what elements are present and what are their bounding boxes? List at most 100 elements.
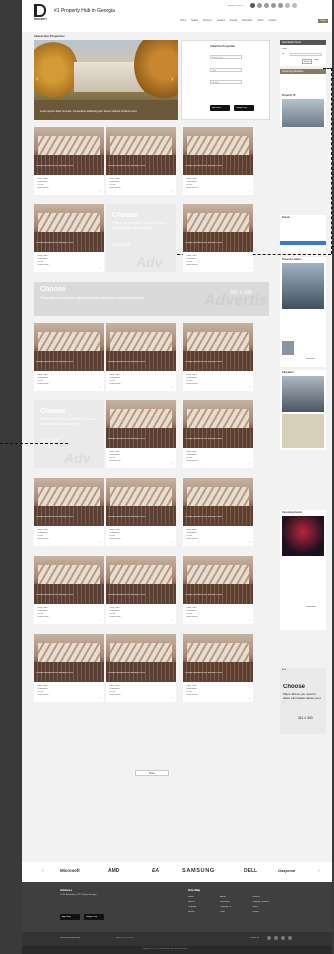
footer-link[interactable]: Contact: [252, 896, 260, 898]
nav-home[interactable]: Home: [180, 20, 186, 22]
property-card[interactable]: Vintage apartments with parking in Vake T…: [106, 323, 176, 391]
search-icon[interactable]: [285, 3, 290, 8]
property-tv-video[interactable]: [282, 99, 324, 127]
location-field[interactable]: Location: [210, 80, 242, 84]
property-image[interactable]: Vintage apartments with parking in Vake: [106, 323, 176, 371]
property-image[interactable]: Vintage apartments with parking in Vake: [34, 127, 104, 175]
property-card[interactable]: Vintage apartments with parking in Vake T…: [183, 556, 253, 624]
footer-link[interactable]: Terms: [252, 906, 258, 908]
footer-link[interactable]: Team: [220, 911, 225, 913]
favorite-icon[interactable]: ♡: [172, 697, 174, 700]
favorite-icon[interactable]: ♡: [249, 463, 251, 466]
leader-avatar[interactable]: [282, 341, 294, 355]
footer-link[interactable]: Privacy: [252, 911, 259, 913]
property-image[interactable]: Vintage apartments with parking in Vake: [34, 323, 104, 371]
ad-311x300[interactable]: Adv Choose Place where you need to place i…: [106, 204, 176, 272]
upcoming-event-photo[interactable]: [282, 516, 324, 556]
nav-events[interactable]: Events: [230, 20, 237, 22]
nav-contact[interactable]: Contact: [268, 20, 276, 22]
hero-slider[interactable]: Lorem ipsum dolor sit amet, consectetur …: [34, 40, 178, 120]
footer-instagram-icon[interactable]: [274, 936, 278, 940]
type-field[interactable]: Type: [210, 68, 242, 72]
property-image[interactable]: Vintage apartments with parking in Vake: [106, 556, 176, 604]
wide-advertisement[interactable]: Advertiseme Choose Place where you need …: [34, 282, 269, 316]
favorite-icon[interactable]: ♡: [100, 190, 102, 193]
favorite-icon[interactable]: ♡: [172, 463, 174, 466]
footer-google-play-badge[interactable]: Google Play: [84, 914, 104, 920]
instagram-icon[interactable]: [264, 3, 269, 8]
favorite-icon[interactable]: ♡: [172, 541, 174, 544]
facebook-icon[interactable]: [257, 3, 262, 8]
footer-facebook-icon[interactable]: [267, 936, 271, 940]
brand-prev-arrow-icon[interactable]: ‹: [42, 868, 44, 874]
footer-phone[interactable]: 995 32 2 22 22 22: [116, 937, 134, 939]
footer-app-store-badge[interactable]: App Store: [60, 914, 80, 920]
leader-photo[interactable]: [282, 263, 324, 309]
property-image[interactable]: Vintage apartments with parking in Vake: [183, 323, 253, 371]
favorite-icon[interactable]: ♡: [100, 619, 102, 622]
nav-property[interactable]: Property: [203, 20, 212, 22]
property-card[interactable]: Vintage apartments with parking in Vake T…: [34, 204, 104, 272]
education-photo[interactable]: [282, 376, 324, 412]
favorite-icon[interactable]: ♡: [249, 386, 251, 389]
property-image[interactable]: Vintage apartments with parking in Vake: [183, 556, 253, 604]
property-image[interactable]: Vintage apartments with parking in Vake: [183, 204, 253, 252]
nav-about[interactable]: About: [257, 20, 263, 22]
property-card[interactable]: Vintage apartments with parking in Vake T…: [183, 323, 253, 391]
more-button[interactable]: More: [135, 770, 169, 776]
favorite-icon[interactable]: ♡: [100, 541, 102, 544]
property-image[interactable]: Vintage apartments with parking in Vake: [34, 204, 104, 252]
property-card[interactable]: Vintage apartments with parking in Vake T…: [183, 400, 253, 468]
property-image[interactable]: Vintage apartments with parking in Vake: [183, 400, 253, 448]
property-card[interactable]: Vintage apartments with parking in Vake T…: [34, 127, 104, 195]
favorite-icon[interactable]: ♡: [249, 190, 251, 193]
footer-link[interactable]: Sellers: [188, 901, 195, 903]
footer-link[interactable]: Property Leaders: [252, 901, 269, 903]
favorite-icon[interactable]: ♡: [249, 619, 251, 622]
property-card[interactable]: Vintage apartments with parking in Vake T…: [34, 634, 104, 702]
footer-link[interactable]: Education: [220, 901, 230, 903]
leaders-see-more-link[interactable]: See more: [306, 358, 315, 360]
advertise-link[interactable]: Advertise With Us: [228, 5, 248, 7]
user-icon[interactable]: [250, 3, 255, 8]
education-form[interactable]: [282, 414, 324, 448]
date-range-input[interactable]: [290, 53, 322, 56]
search-name-field[interactable]: Search name: [210, 55, 242, 59]
nav-leaders[interactable]: Leaders: [217, 20, 225, 22]
property-card[interactable]: Vintage apartments with parking in Vake T…: [34, 323, 104, 391]
google-play-badge[interactable]: Google Play: [234, 105, 254, 111]
language-icon[interactable]: [292, 3, 297, 8]
footer-youtube-icon[interactable]: [281, 936, 285, 940]
property-card[interactable]: Vintage apartments with parking in Vake T…: [106, 400, 176, 468]
favorite-icon[interactable]: ♡: [100, 267, 102, 270]
property-image[interactable]: Vintage apartments with parking in Vake: [183, 478, 253, 526]
property-image[interactable]: Vintage apartments with parking in Vake: [106, 400, 176, 448]
footer-linkedin-icon[interactable]: [288, 936, 292, 940]
clear-button[interactable]: Clear: [314, 59, 319, 61]
prev-arrow-icon[interactable]: ‹: [36, 76, 41, 83]
logo-icon[interactable]: [34, 4, 46, 17]
nav-sellers[interactable]: Sellers: [191, 20, 198, 22]
property-card[interactable]: Vintage apartments with parking in Vake T…: [183, 127, 253, 195]
favorite-icon[interactable]: ♡: [172, 619, 174, 622]
listing-button[interactable]: Listing: [318, 19, 328, 23]
property-image[interactable]: Vintage apartments with parking in Vake: [106, 127, 176, 175]
favorite-icon[interactable]: ♡: [249, 697, 251, 700]
favorite-icon[interactable]: ♡: [100, 386, 102, 389]
property-image[interactable]: Vintage apartments with parking in Vake: [106, 478, 176, 526]
sidebar-ad[interactable]: ADS Choose Place where you need to place…: [280, 668, 326, 734]
property-card[interactable]: Vintage apartments with parking in Vake T…: [34, 556, 104, 624]
next-arrow-icon[interactable]: ›: [171, 76, 176, 83]
property-card[interactable]: Vintage apartments with parking in Vake T…: [34, 478, 104, 546]
property-card[interactable]: Vintage apartments with parking in Vake T…: [106, 478, 176, 546]
ad-311x300[interactable]: Adv Choose Place where you need to place i…: [34, 400, 104, 468]
footer-link[interactable]: Property: [188, 906, 196, 908]
upcoming-read-more-link[interactable]: Read more: [306, 606, 316, 608]
brand-next-arrow-icon[interactable]: ›: [318, 868, 320, 874]
property-card[interactable]: Vintage apartments with parking in Vake T…: [183, 478, 253, 546]
property-image[interactable]: Vintage apartments with parking in Vake: [34, 556, 104, 604]
app-store-badge[interactable]: App Store: [210, 105, 230, 111]
property-image[interactable]: Vintage apartments with parking in Vake: [34, 478, 104, 526]
property-card[interactable]: Vintage apartments with parking in Vake T…: [183, 634, 253, 702]
favorite-icon[interactable]: ♡: [172, 190, 174, 193]
